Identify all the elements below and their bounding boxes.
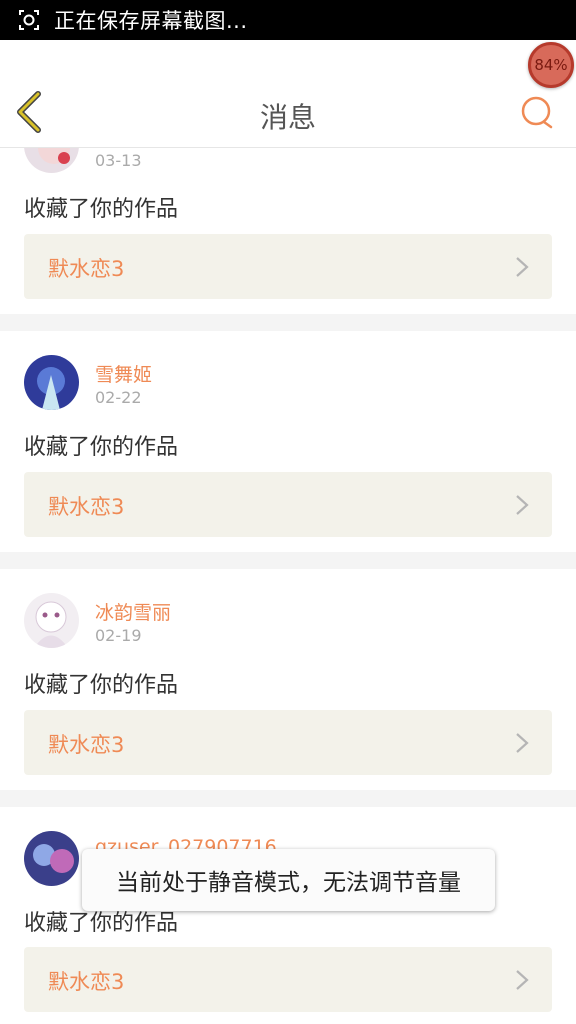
work-title: 默水恋3 [48, 257, 125, 281]
message-card: 冰韵雪丽 02-19 收藏了你的作品 默水恋3 [0, 569, 576, 790]
message-card: qzuser_027907716 收藏了你的作品 默水恋3 [0, 807, 576, 1024]
toast-message: 当前处于静音模式，无法调节音量 [82, 849, 495, 911]
app-header: 消息 [0, 40, 576, 148]
message-action: 收藏了你的作品 [24, 673, 179, 698]
chevron-right-icon [516, 257, 529, 277]
chevron-right-icon [516, 495, 529, 515]
chevron-right-icon [516, 970, 529, 990]
avatar[interactable] [24, 831, 79, 886]
status-text: 正在保存屏幕截图... [54, 9, 248, 33]
chevron-right-icon [516, 733, 529, 753]
work-title: 默水恋3 [48, 495, 125, 519]
avatar[interactable] [24, 355, 79, 410]
user-name[interactable]: 雪舞姬 [95, 360, 152, 387]
status-bar: 正在保存屏幕截图... [0, 0, 576, 40]
work-link[interactable]: 默水恋3 [24, 710, 552, 775]
message-card: 雪舞姬 02-22 收藏了你的作品 默水恋3 [0, 331, 576, 552]
message-action: 收藏了你的作品 [24, 435, 179, 460]
work-link[interactable]: 默水恋3 [24, 947, 552, 1012]
user-name[interactable]: 冰韵雪丽 [95, 598, 171, 625]
message-date: 02-19 [95, 626, 142, 645]
work-link[interactable]: 默水恋3 [24, 472, 552, 537]
search-button[interactable] [518, 94, 556, 132]
floating-memory-badge[interactable]: 84% [528, 42, 574, 88]
work-link[interactable]: 默水恋3 [24, 234, 552, 299]
message-action: 收藏了你的作品 [24, 197, 179, 222]
search-icon [521, 96, 553, 129]
work-title: 默水恋3 [48, 970, 125, 994]
message-date: 02-22 [95, 388, 142, 407]
screenshot-icon [18, 9, 40, 31]
work-title: 默水恋3 [48, 733, 125, 757]
avatar[interactable] [24, 593, 79, 648]
message-date: 03-13 [95, 151, 142, 170]
page-title: 消息 [259, 101, 316, 134]
